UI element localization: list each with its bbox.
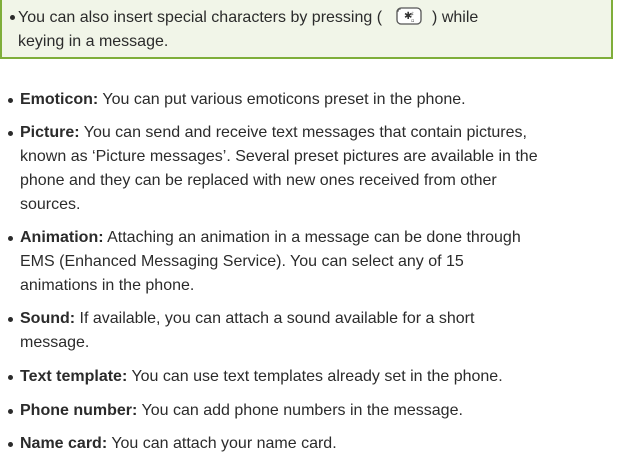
list-item-line: Text template: You can use text template…	[20, 367, 503, 387]
list-item-line: Sound: If available, you can attach a so…	[20, 309, 474, 329]
item-text: You can attach your name card.	[107, 435, 337, 452]
bullet	[8, 236, 13, 241]
bullet	[8, 131, 13, 136]
item-term: Picture:	[20, 124, 80, 141]
list-item-line: Phone number: You can add phone numbers …	[20, 401, 463, 421]
list-item-line: EMS (Enhanced Messaging Service). You ca…	[20, 253, 464, 270]
item-term: Animation:	[20, 229, 104, 246]
list-item-line: message.	[20, 334, 90, 351]
item-term: Sound:	[20, 310, 76, 327]
item-term: Text template:	[20, 368, 128, 385]
item-term: Name card:	[20, 435, 108, 452]
item-text: You can send and receive text messages t…	[79, 124, 527, 141]
list-item-line: Emoticon: You can put various emoticons …	[20, 90, 466, 110]
item-text: If available, you can attach a sound ava…	[75, 310, 475, 327]
list-item-line: animations in the phone.	[20, 277, 195, 294]
list-item-line: known as ‘Picture messages’. Several pre…	[20, 148, 538, 165]
item-text: Attaching an animation in a message can …	[103, 229, 521, 246]
note-line-1: You can also insert special characters b…	[18, 7, 479, 28]
star-key-icon: ✱ ♯ ▫	[396, 7, 422, 25]
bullet	[10, 15, 15, 20]
svg-text:▫: ▫	[411, 18, 414, 24]
bullet	[8, 98, 13, 103]
tip-note-box: You can also insert special characters b…	[0, 0, 613, 59]
item-text: You can use text templates already set i…	[127, 368, 503, 385]
note-line-2: keying in a message.	[18, 33, 169, 50]
item-text: You can add phone numbers in the message…	[137, 402, 463, 419]
list-item-line: sources.	[20, 196, 81, 213]
bullet	[8, 317, 13, 322]
bullet	[8, 409, 13, 414]
item-term: Phone number:	[20, 402, 138, 419]
list-item-line: phone and they can be replaced with new …	[20, 172, 497, 189]
list-item-line: Name card: You can attach your name card…	[20, 434, 337, 454]
item-term: Emoticon:	[20, 91, 99, 108]
bullet	[8, 442, 13, 447]
svg-text:♯: ♯	[411, 11, 414, 18]
note-text-before-key: You can also insert special characters b…	[18, 9, 383, 26]
item-text: You can put various emoticons preset in …	[98, 91, 466, 108]
list-item-line: Picture: You can send and receive text m…	[20, 123, 527, 143]
note-text-after-key: ) while	[432, 9, 479, 26]
list-item-line: Animation: Attaching an animation in a m…	[20, 228, 521, 248]
bullet	[8, 375, 13, 380]
